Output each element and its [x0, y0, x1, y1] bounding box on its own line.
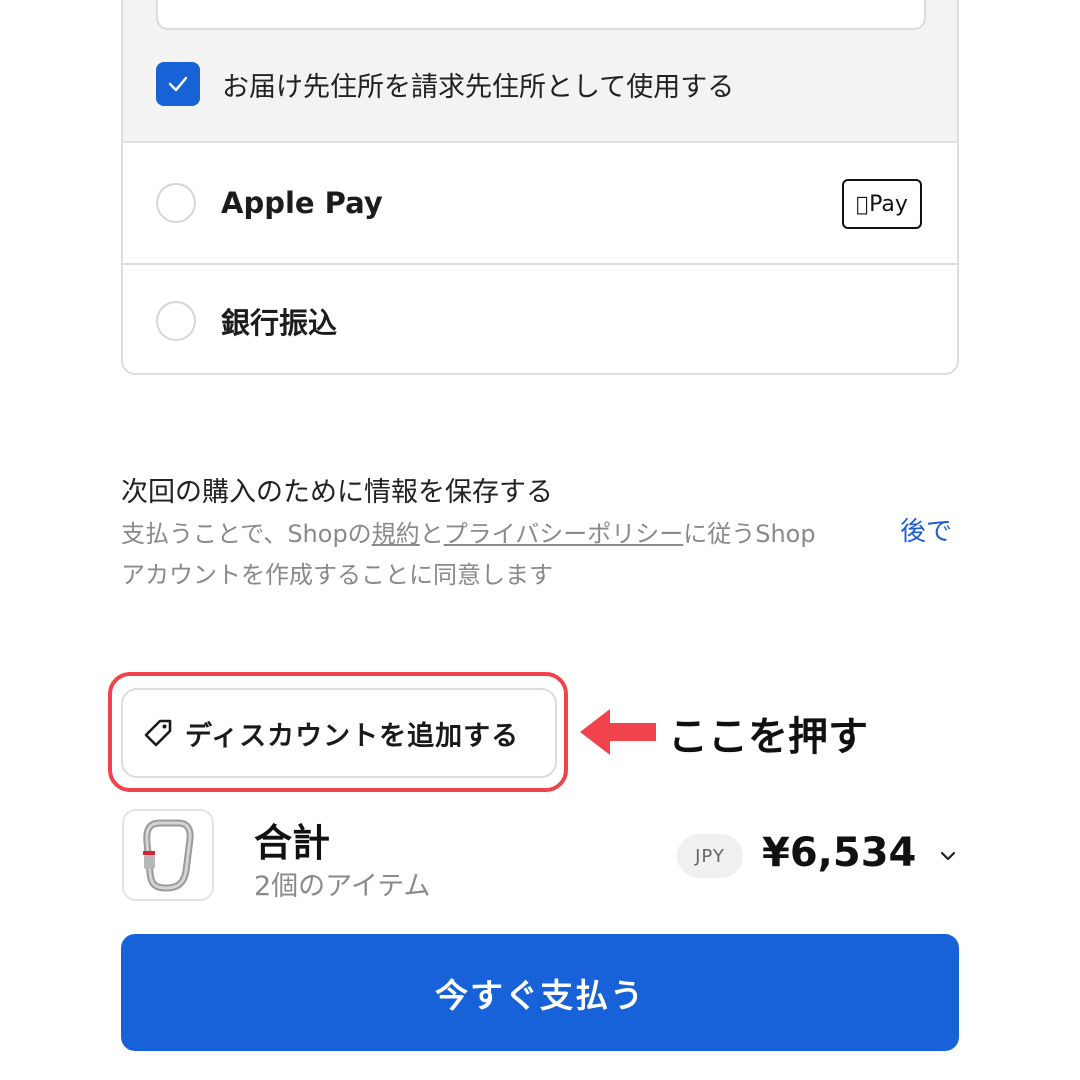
item-count: 2個のアイテム [254, 871, 431, 902]
save-info-text-4: アカウントを作成することに同意します [121, 561, 553, 589]
save-info-description: 支払うことで、Shopの規約とプライバシーポリシーに従うShop アカウントを作… [121, 514, 881, 596]
tag-icon [144, 719, 172, 747]
bank-transfer-label: 銀行振込 [221, 306, 338, 340]
annotation-text: ここを押す [668, 714, 868, 760]
address-input-field[interactable] [156, 0, 926, 30]
save-info-text-2: と [419, 520, 444, 548]
apple-pay-logo:  Pay [842, 179, 922, 229]
payment-option-bank-transfer[interactable]: 銀行振込 [123, 265, 957, 373]
save-later-link[interactable]: 後で [900, 511, 952, 548]
checkout-page: お届け先住所を請求先住所として使用する Apple Pay  Pay 銀行振込… [0, 0, 1080, 1080]
apple-logo-icon:  [856, 192, 868, 216]
add-discount-button[interactable]: ディスカウントを追加する [121, 688, 557, 778]
billing-address-section: お届け先住所を請求先住所として使用する [123, 0, 957, 143]
bank-transfer-radio[interactable] [156, 301, 196, 341]
add-discount-label: ディスカウントを追加する [185, 720, 520, 752]
payment-method-box: お届け先住所を請求先住所として使用する Apple Pay  Pay 銀行振込 [121, 0, 959, 375]
apple-pay-label: Apple Pay [221, 186, 383, 220]
same-billing-address-option[interactable]: お届け先住所を請求先住所として使用する [156, 62, 734, 106]
checkmark-icon [168, 76, 188, 92]
total-title: 合計 [254, 821, 331, 865]
apple-pay-badge-text: Pay [863, 191, 908, 217]
same-billing-address-label: お届け先住所を請求先住所として使用する [222, 71, 735, 103]
chevron-down-icon[interactable] [937, 848, 959, 864]
annotation-arrow-icon [580, 709, 656, 755]
carabiner-image [143, 819, 194, 892]
product-thumbnail [122, 809, 214, 901]
save-info-title: 次回の購入のために情報を保存する [121, 477, 553, 508]
privacy-policy-link[interactable]: プライバシーポリシー [444, 520, 684, 548]
payment-option-apple-pay[interactable]: Apple Pay  Pay [123, 143, 957, 265]
currency-badge: JPY [677, 834, 743, 878]
total-amount: ¥6,534 [762, 830, 917, 876]
pay-now-button[interactable]: 今すぐ支払う [121, 934, 959, 1051]
terms-link[interactable]: 規約 [372, 520, 420, 548]
same-billing-address-checkbox[interactable] [156, 62, 200, 106]
save-info-text-1: 支払うことで、Shopの [121, 520, 372, 548]
save-info-text-3: に従うShop [683, 520, 816, 548]
apple-pay-radio[interactable] [156, 183, 196, 223]
